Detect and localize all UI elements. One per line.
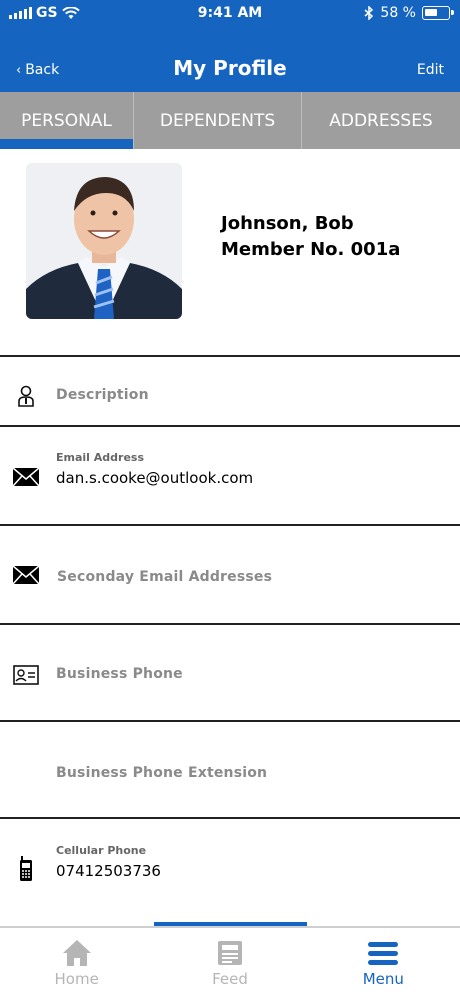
nav-feed[interactable]: Feed xyxy=(153,928,306,996)
page-title: My Profile xyxy=(173,56,287,80)
field-email[interactable]: Email Address dan.s.cooke@outlook.com xyxy=(0,427,460,526)
battery-percent: 58 % xyxy=(380,5,416,21)
scroll-indicator xyxy=(0,918,460,926)
nav-home[interactable]: Home xyxy=(0,928,153,996)
envelope-icon xyxy=(12,465,40,489)
profile-photo xyxy=(26,163,182,319)
profile-header: Johnson, Bob Member No. 001a xyxy=(0,149,460,357)
nav-home-label: Home xyxy=(54,970,99,988)
tab-bar: PERSONAL DEPENDENTS ADDRESSES xyxy=(0,92,460,149)
bottom-navigation: Home Feed Menu xyxy=(0,926,460,996)
cellphone-icon xyxy=(12,856,40,881)
status-bar: GS 9:41 AM 58 % xyxy=(0,0,460,30)
member-number: Member No. 001a xyxy=(221,239,401,260)
tab-addresses[interactable]: ADDRESSES xyxy=(302,92,460,149)
home-icon xyxy=(62,940,91,966)
field-business-phone-extension[interactable]: Business Phone Extension xyxy=(0,722,460,819)
member-name: Johnson, Bob xyxy=(221,213,354,234)
business-phone-placeholder: Business Phone xyxy=(56,666,183,682)
field-business-phone[interactable]: Business Phone xyxy=(0,625,460,722)
nav-menu-label: Menu xyxy=(362,970,404,988)
nav-feed-label: Feed xyxy=(212,970,248,988)
person-icon xyxy=(12,384,40,408)
avatar[interactable] xyxy=(26,163,182,319)
envelope-icon xyxy=(12,563,40,587)
description-placeholder: Description xyxy=(56,387,149,403)
field-cellular-phone[interactable]: Cellular Phone 07412503736 xyxy=(0,819,460,918)
cellular-phone-label: Cellular Phone xyxy=(56,844,147,857)
tab-dependents[interactable]: DEPENDENTS xyxy=(134,92,302,149)
edit-button[interactable]: Edit xyxy=(417,62,444,78)
field-secondary-email[interactable]: Seconday Email Addresses xyxy=(0,526,460,625)
business-phone-extension-placeholder: Business Phone Extension xyxy=(56,765,268,781)
app-header: GS 9:41 AM 58 % ‹ Back My Profile Edit xyxy=(0,0,460,92)
email-value: dan.s.cooke@outlook.com xyxy=(56,469,254,487)
menu-icon xyxy=(368,942,399,965)
cellular-phone-value: 07412503736 xyxy=(56,862,161,880)
contact-card-icon xyxy=(12,663,40,687)
battery-icon xyxy=(422,6,454,20)
nav-menu[interactable]: Menu xyxy=(307,928,460,996)
tab-personal[interactable]: PERSONAL xyxy=(0,92,134,149)
bluetooth-icon xyxy=(364,6,374,20)
email-label: Email Address xyxy=(56,451,145,464)
field-description[interactable]: Description xyxy=(0,357,460,427)
feed-icon xyxy=(217,941,242,965)
status-right: 58 % xyxy=(364,5,454,21)
secondary-email-placeholder: Seconday Email Addresses xyxy=(57,569,273,585)
